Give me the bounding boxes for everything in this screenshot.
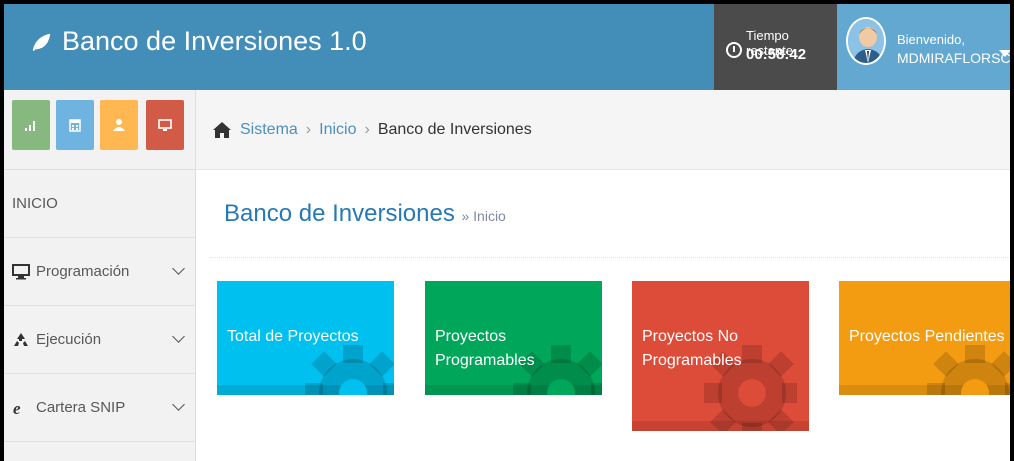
tile-label: Proyectos No Programables	[642, 328, 742, 369]
page-header: Banco de Inversiones » Inicio	[210, 170, 1010, 258]
sidebar: INICIO Programación Ejecución e Cartera …	[4, 170, 196, 461]
sidebar-item-ejecucion[interactable]: Ejecución	[4, 306, 195, 374]
leaf-icon	[32, 33, 51, 51]
shortcut-button-users[interactable]	[100, 100, 138, 150]
desktop-icon	[12, 263, 30, 279]
svg-text:e: e	[13, 400, 21, 416]
session-timer: Tiempo restante 00:58:42	[714, 4, 837, 90]
app-title: Banco de Inversiones 1.0	[62, 26, 367, 56]
sidebar-item-programacion[interactable]: Programación	[4, 238, 195, 306]
calendar-icon	[69, 119, 81, 132]
breadcrumb-current: Banco de Inversiones	[377, 120, 532, 138]
sidebar-shortcuts	[4, 90, 196, 170]
breadcrumb-link-sistema[interactable]: Sistema	[240, 121, 298, 139]
avatar	[846, 17, 886, 65]
tile-label: Proyectos Pendientes	[849, 328, 1005, 345]
monitor-icon	[158, 119, 172, 131]
ie-icon: e	[13, 400, 21, 416]
breadcrumb-link-inicio[interactable]: Inicio	[319, 121, 356, 139]
sidebar-item-cartera-snip[interactable]: e Cartera SNIP	[4, 374, 195, 442]
recycle-icon	[14, 332, 28, 346]
tile-proyectos-programables[interactable]: Proyectos Programables	[425, 281, 602, 395]
user-avatar-icon	[848, 19, 884, 63]
tile-proyectos-no-programables[interactable]: Proyectos No Programables	[632, 281, 809, 431]
page-title: Banco de Inversiones » Inicio	[224, 200, 506, 228]
tile-total-proyectos[interactable]: Total de Proyectos	[217, 281, 394, 395]
user-menu[interactable]: Bienvenido, MDMIRAFLORSC	[837, 4, 1010, 90]
sidebar-item-inicio[interactable]: INICIO	[4, 170, 195, 238]
clock-icon	[726, 42, 742, 58]
breadcrumb: Sistema › Inicio › Banco de Inversiones	[196, 90, 1010, 170]
shortcut-button-monitor[interactable]	[146, 100, 184, 150]
sidebar-item-label: Cartera SNIP	[36, 399, 126, 416]
timer-value: 00:58:42	[746, 46, 807, 63]
breadcrumb-separator: ›	[305, 120, 312, 138]
sidebar-item-label: Ejecución	[36, 331, 102, 348]
page-title-text: Banco de Inversiones	[224, 200, 455, 227]
chevron-down-icon	[172, 398, 185, 411]
sidebar-item-label: INICIO	[12, 195, 58, 212]
users-icon	[113, 119, 125, 131]
tile-label: Total de Proyectos	[227, 328, 359, 345]
shortcut-button-calendar[interactable]	[56, 100, 94, 150]
tile-label: Proyectos Programables	[435, 328, 535, 369]
navbar: Banco de Inversiones 1.0 Tiempo restante…	[4, 4, 1010, 90]
signal-icon	[25, 121, 35, 131]
chevron-down-icon	[172, 330, 185, 343]
home-icon	[213, 121, 231, 138]
sidebar-item-label: Programación	[36, 263, 130, 280]
chevron-down-icon	[172, 262, 185, 275]
welcome-label: Bienvenido,	[897, 32, 965, 47]
app-frame: Banco de Inversiones 1.0 Tiempo restante…	[0, 0, 1014, 461]
brand[interactable]: Banco de Inversiones 1.0	[30, 26, 367, 57]
shortcut-button-signal[interactable]	[12, 100, 50, 150]
username: MDMIRAFLORSC	[897, 50, 1011, 66]
caret-down-icon	[999, 50, 1010, 57]
tile-proyectos-pendientes[interactable]: Proyectos Pendientes	[839, 281, 1010, 395]
breadcrumb-separator: ›	[364, 120, 370, 138]
page-subtitle: » Inicio	[461, 208, 506, 224]
